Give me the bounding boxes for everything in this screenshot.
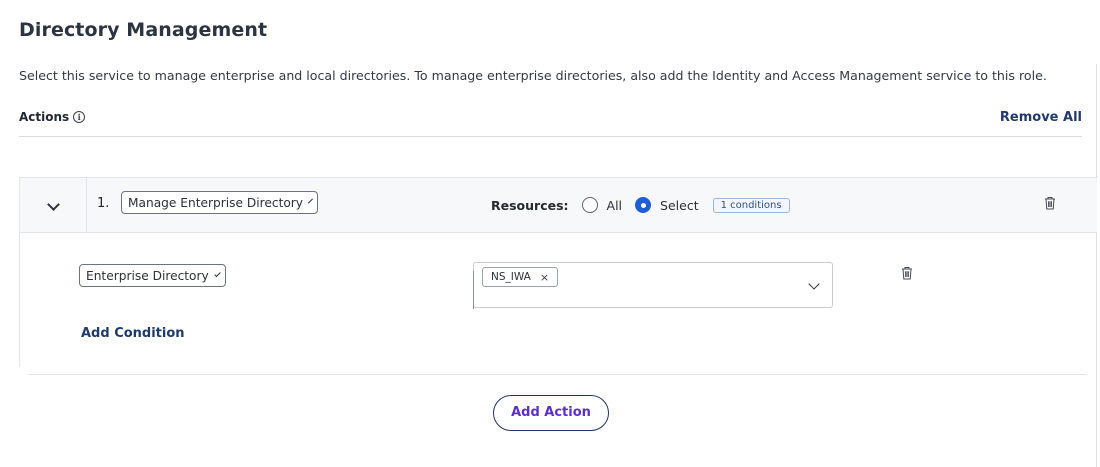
action-type-value: Manage Enterprise Directory (128, 195, 304, 210)
resources-select-radio[interactable] (635, 197, 652, 213)
resources-all-radio[interactable] (581, 197, 598, 213)
action-type-select[interactable]: Manage Enterprise Directory (121, 191, 318, 214)
condition-attribute-value: Enterprise Directory (86, 268, 209, 283)
value-chip-label: NS_IWA (491, 271, 531, 283)
actions-label: Actions (19, 110, 70, 124)
conditions-count-badge[interactable]: 1 conditions (712, 197, 790, 213)
scrollbar-track[interactable] (1096, 64, 1100, 467)
chevron-down-icon (214, 270, 221, 277)
chevron-down-icon (308, 198, 314, 203)
collapse-toggle[interactable] (20, 178, 87, 233)
trash-icon[interactable] (901, 266, 913, 280)
add-condition-button[interactable]: Add Condition (81, 326, 185, 341)
condition-values-multiselect[interactable]: NS_IWA × (473, 262, 833, 309)
resources-label: Resources: (491, 197, 569, 213)
condition-attribute-select[interactable]: Enterprise Directory (79, 264, 226, 287)
close-icon[interactable]: × (540, 271, 549, 284)
remove-all-button[interactable]: Remove All (1000, 110, 1082, 125)
trash-icon[interactable] (1044, 196, 1056, 210)
page-description: Select this service to manage enterprise… (19, 68, 1047, 83)
actions-header: Actions i Remove All (19, 108, 1082, 137)
add-action-button[interactable]: Add Action (493, 395, 609, 431)
resources-group: Resources: All Select 1 conditions (491, 194, 790, 216)
chevron-down-icon (46, 198, 60, 211)
resources-select-label: Select (660, 197, 699, 213)
value-chip: NS_IWA × (482, 267, 559, 287)
divider (29, 374, 1087, 375)
action-row-header: 1. Manage Enterprise Directory Resources… (20, 178, 1097, 233)
chevron-down-icon[interactable] (808, 278, 820, 290)
action-row-number: 1. (97, 196, 110, 211)
info-icon[interactable]: i (73, 111, 86, 123)
directory-management-page: Directory Management Select this service… (0, 0, 1100, 467)
page-title: Directory Management (19, 19, 268, 41)
resources-all-label: All (606, 197, 623, 213)
action-card: 1. Manage Enterprise Directory Resources… (19, 177, 1097, 367)
actions-label-group: Actions i (19, 110, 86, 124)
